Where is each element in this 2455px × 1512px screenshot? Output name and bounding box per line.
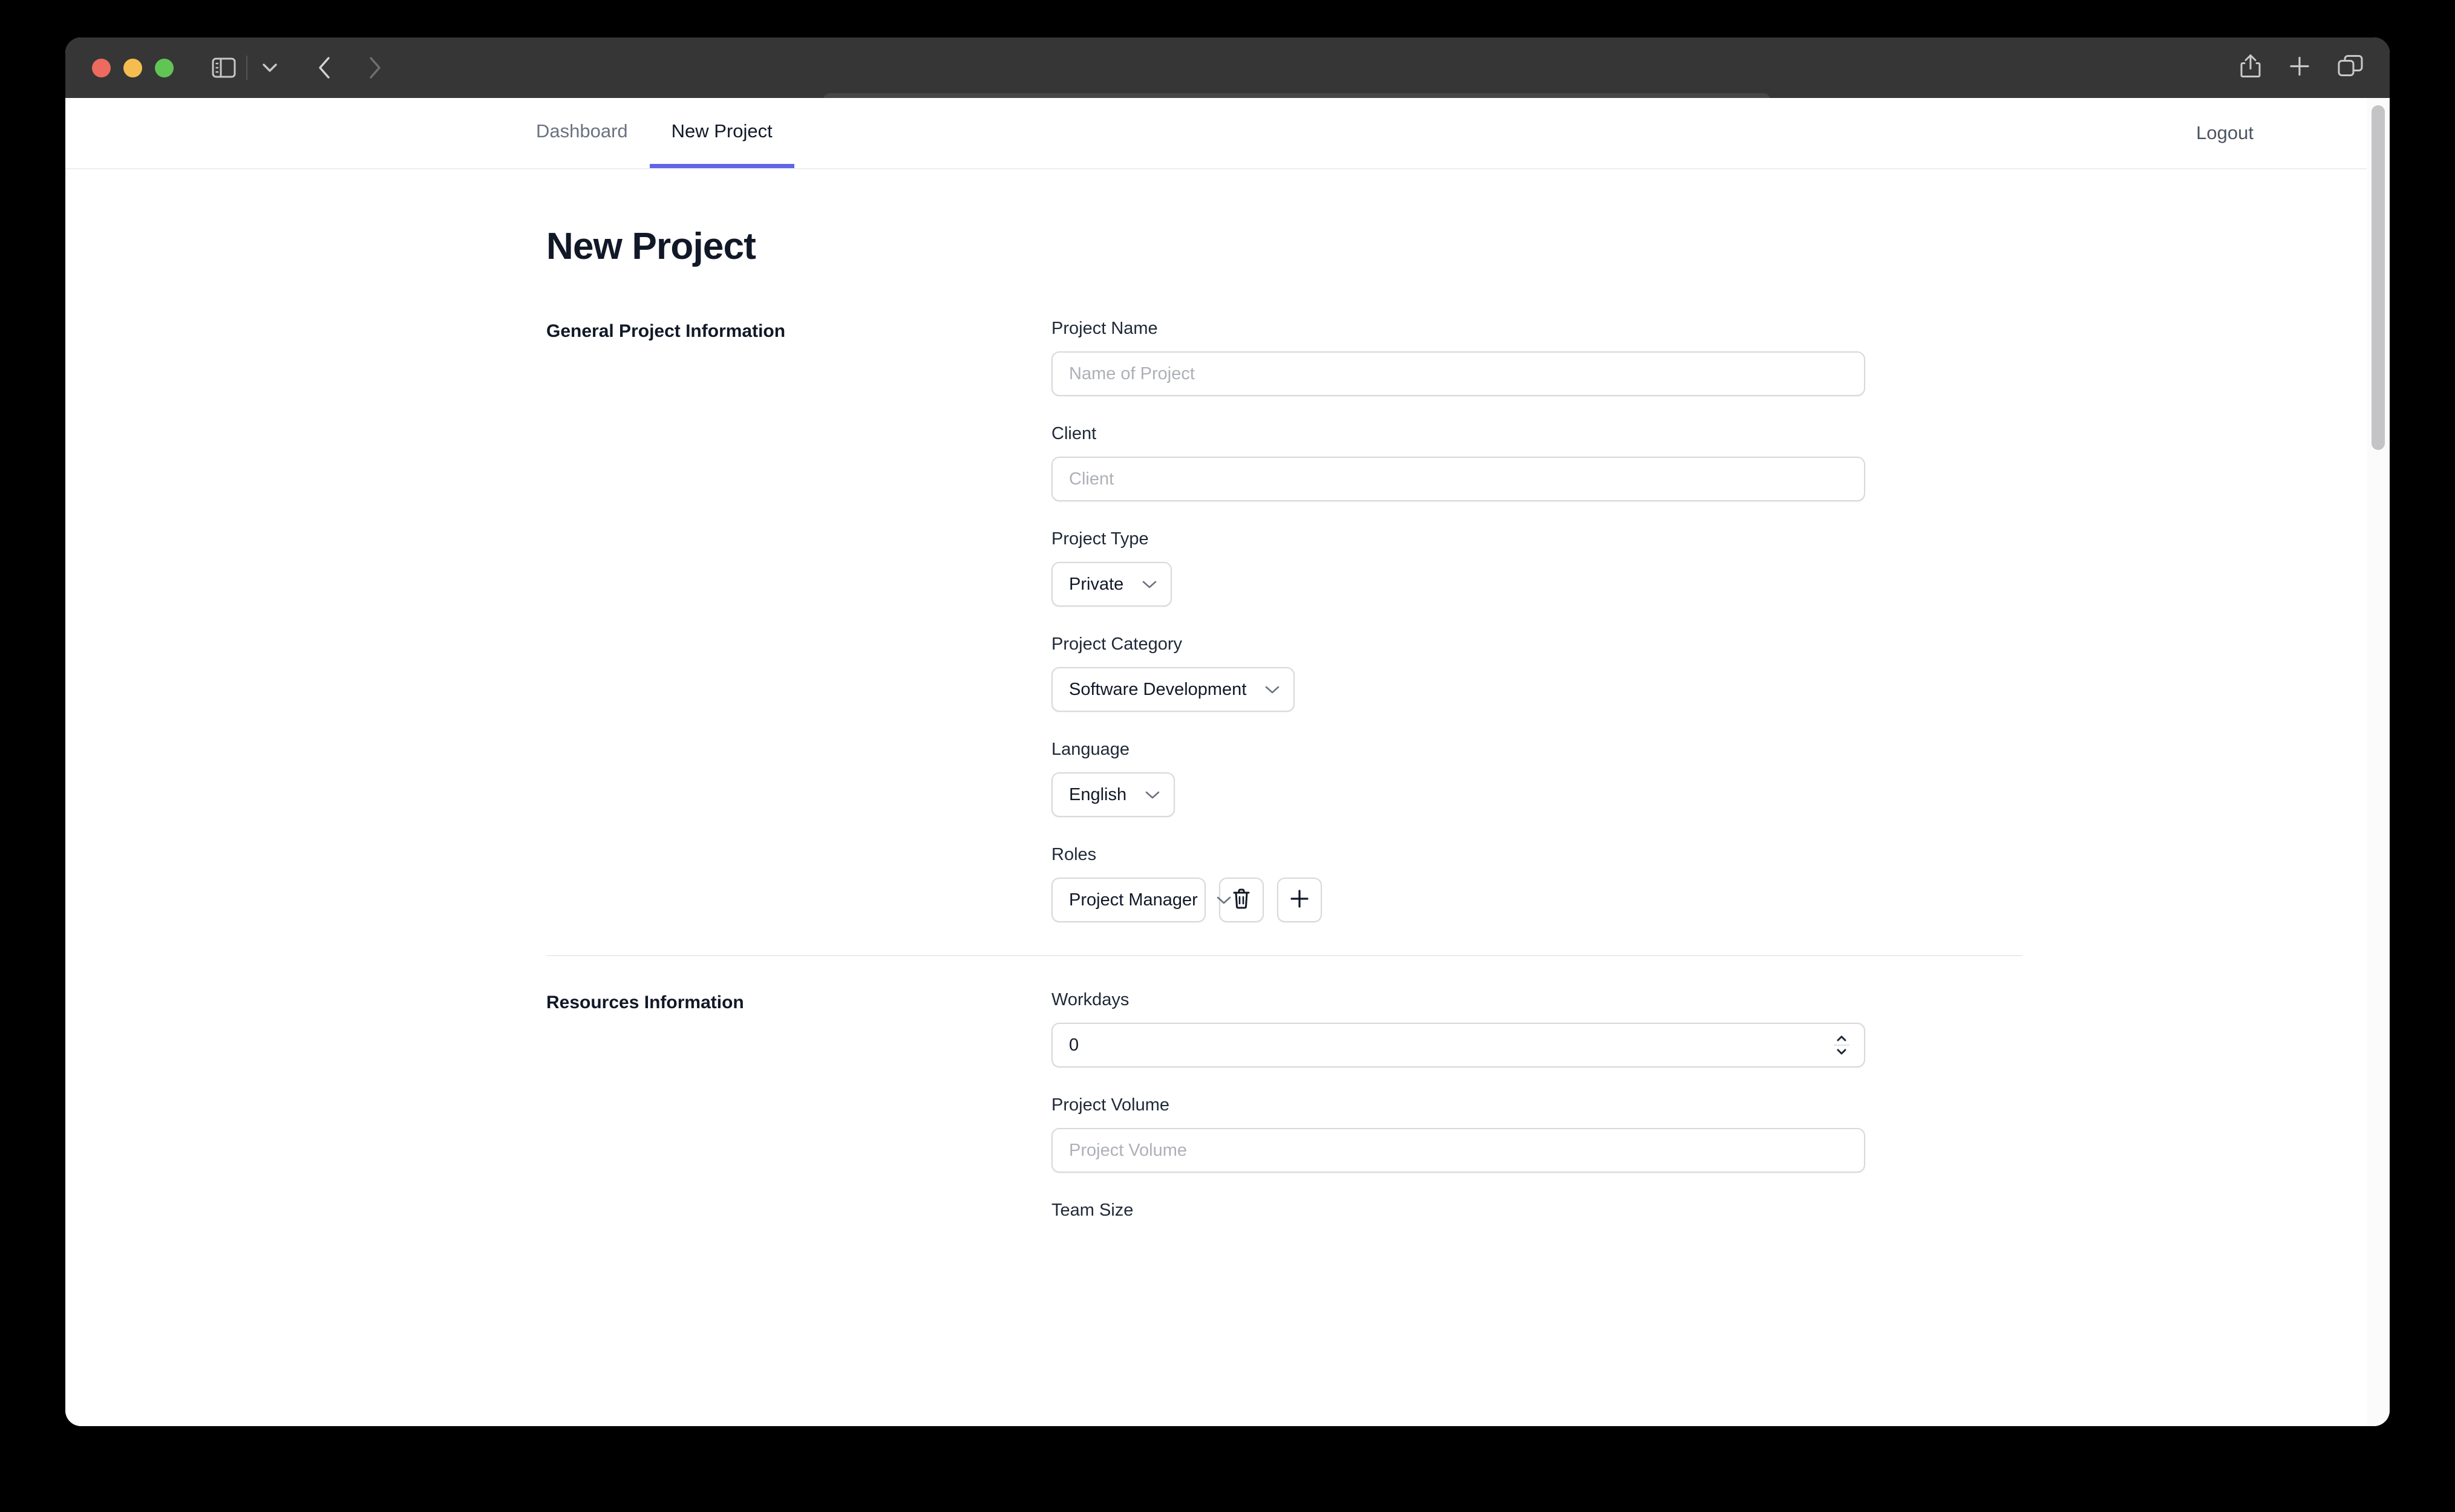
- chevron-down-icon: [1145, 790, 1160, 800]
- minimize-window-button[interactable]: [123, 58, 142, 77]
- plus-icon: [1289, 888, 1310, 912]
- field-label-team-size: Team Size: [1051, 1201, 1134, 1220]
- project-type-select[interactable]: Private: [1051, 562, 1172, 607]
- field-workdays: Workdays: [1051, 990, 1865, 1067]
- page-scrollbar-thumb[interactable]: [2372, 105, 2385, 450]
- nav-tab-dashboard[interactable]: Dashboard: [514, 98, 650, 168]
- project-name-input[interactable]: [1051, 351, 1865, 396]
- field-project-category: Project Category Software Development: [1051, 634, 1865, 712]
- traffic-lights: [92, 58, 174, 77]
- field-label: Project Type: [1051, 529, 1149, 549]
- toolbar-divider: [246, 56, 247, 80]
- content-inner: New Project General Project Information …: [546, 169, 2022, 1220]
- field-label: Workdays: [1051, 990, 1129, 1009]
- role-select[interactable]: Project Manager: [1051, 878, 1231, 922]
- roles-row: Project Manager: [1051, 878, 1865, 922]
- add-role-button[interactable]: [1277, 878, 1322, 922]
- select-value: English: [1069, 784, 1127, 804]
- app-header: Dashboard New Project Logout: [65, 98, 2390, 169]
- field-label: Client: [1051, 424, 1097, 443]
- stepper-divider: [1834, 1044, 1849, 1046]
- chevron-down-icon: [1264, 685, 1280, 694]
- section-resources-information: Resources Information Workdays 0 Project…: [546, 990, 2022, 1220]
- tab-overview-icon[interactable]: [2338, 55, 2363, 81]
- section-fields: Project Name Client Project Type Private: [1051, 319, 1865, 922]
- trash-icon: [1232, 888, 1251, 913]
- maximize-window-button[interactable]: [155, 58, 174, 77]
- forward-arrow-icon[interactable]: [356, 49, 394, 86]
- section-fields: Workdays 0 Project Volume Project Volume…: [1051, 990, 1865, 1220]
- select-value: Private: [1069, 574, 1124, 594]
- chevron-down-icon: [1216, 895, 1232, 905]
- back-arrow-icon[interactable]: [306, 49, 343, 86]
- close-window-button[interactable]: [92, 58, 111, 77]
- field-language: Language English: [1051, 740, 1865, 817]
- section-title: General Project Information: [546, 321, 786, 341]
- section-divider: [546, 955, 2022, 956]
- primary-navigation: Dashboard New Project: [514, 98, 794, 168]
- language-select[interactable]: English: [1051, 772, 1175, 817]
- field-label: Project Category: [1051, 634, 1182, 654]
- nav-tab-new-project[interactable]: New Project: [649, 98, 794, 168]
- field-label: Roles: [1051, 845, 1097, 864]
- page-title: New Project: [546, 226, 756, 267]
- chevron-down-icon[interactable]: [251, 49, 289, 86]
- web-page: Dashboard New Project Logout New Project…: [65, 98, 2390, 1426]
- toolbar-right-actions: [2240, 54, 2363, 82]
- select-value: Project Manager: [1069, 890, 1198, 910]
- browser-toolbar: projects.hagn.network A 文: [65, 37, 2390, 133]
- field-label: Project Volume: [1051, 1095, 1170, 1115]
- sidebar-toggle-icon[interactable]: [205, 49, 243, 86]
- field-client: Client: [1051, 424, 1865, 501]
- page-scrollbar-track[interactable]: [2367, 98, 2390, 1426]
- page-content: New Project General Project Information …: [65, 169, 2390, 1220]
- number-stepper[interactable]: [1834, 1034, 1849, 1057]
- share-icon[interactable]: [2240, 54, 2261, 82]
- browser-window: projects.hagn.network A 文: [65, 37, 2390, 1426]
- navigation-arrows: [306, 49, 394, 86]
- field-label: Project Name: [1051, 319, 1158, 338]
- workdays-wrap: [1051, 1023, 1865, 1067]
- plus-icon[interactable]: [2288, 55, 2311, 81]
- field-project-type: Project Type Private: [1051, 529, 1865, 607]
- client-input[interactable]: [1051, 457, 1865, 501]
- field-roles: Roles Project Manager: [1051, 845, 1865, 922]
- field-project-name: Project Name: [1051, 319, 1865, 396]
- sidebar-toggle-group: [205, 49, 289, 86]
- project-volume-input[interactable]: [1051, 1128, 1865, 1173]
- select-value: Software Development: [1069, 679, 1247, 699]
- project-category-select[interactable]: Software Development: [1051, 667, 1295, 712]
- field-label: Language: [1051, 740, 1130, 759]
- logout-button[interactable]: Logout: [2196, 98, 2390, 168]
- field-project-volume: Project Volume: [1051, 1095, 1865, 1173]
- section-general-project-information: General Project Information Project Name…: [546, 319, 2022, 922]
- chevron-down-icon: [1142, 579, 1157, 589]
- workdays-input[interactable]: [1051, 1023, 1865, 1067]
- section-title: Resources Information: [546, 992, 744, 1012]
